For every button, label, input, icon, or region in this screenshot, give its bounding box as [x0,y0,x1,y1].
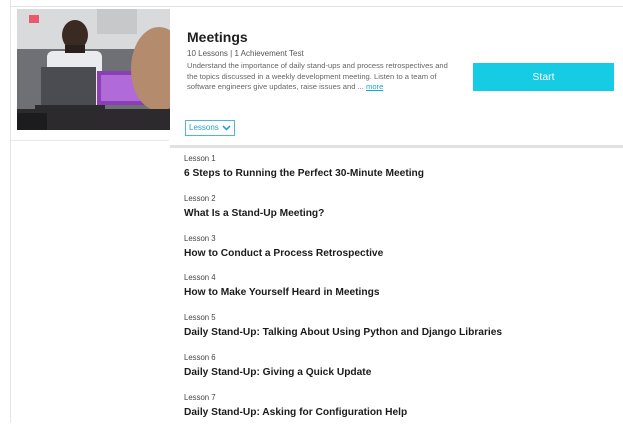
more-link[interactable]: more [366,82,383,91]
course-thumbnail-image [17,9,170,130]
section-divider [170,145,623,148]
course-thumbnail [17,9,170,130]
lessons-toggle[interactable]: Lessons [185,120,235,136]
course-title: Meetings [187,29,248,45]
list-item[interactable]: Lesson 3 How to Conduct a Process Retros… [184,234,614,274]
lesson-title[interactable]: What Is a Stand-Up Meeting? [184,207,614,221]
list-item[interactable]: Lesson 1 6 Steps to Running the Perfect … [184,154,614,194]
lesson-number: Lesson 1 [184,154,216,163]
chevron-down-icon [222,125,231,131]
lesson-title[interactable]: How to Make Yourself Heard in Meetings [184,286,614,300]
list-item[interactable]: Lesson 5 Daily Stand-Up: Talking About U… [184,313,614,353]
list-item[interactable]: Lesson 7 Daily Stand-Up: Asking for Conf… [184,393,614,433]
course-header: Meetings 10 Lessons | 1 Achievement Test… [11,7,623,145]
list-item[interactable]: Lesson 4 How to Make Yourself Heard in M… [184,273,614,313]
course-description-text: Understand the importance of daily stand… [187,61,448,92]
course-meta: 10 Lessons | 1 Achievement Test [187,49,304,58]
lesson-number: Lesson 6 [184,352,216,362]
lesson-title[interactable]: 6 Steps to Running the Perfect 30-Minute… [184,167,614,181]
lesson-number: Lesson 2 [184,193,216,203]
start-button[interactable]: Start [473,63,614,91]
lessons-toggle-label: Lessons [189,123,219,132]
lesson-list: Lesson 1 6 Steps to Running the Perfect … [184,154,614,433]
lesson-title[interactable]: Daily Stand-Up: Asking for Configuration… [184,406,614,420]
list-item[interactable]: Lesson 2 What Is a Stand-Up Meeting? [184,194,614,234]
lesson-number: Lesson 4 [184,273,216,283]
thumbnail-divider [11,140,169,141]
lesson-title[interactable]: Daily Stand-Up: Giving a Quick Update [184,366,614,380]
lesson-number: Lesson 7 [184,392,216,402]
lesson-title[interactable]: How to Conduct a Process Retrospective [184,247,614,261]
list-item[interactable]: Lesson 6 Daily Stand-Up: Giving a Quick … [184,353,614,393]
course-description: Understand the importance of daily stand… [187,61,457,93]
lesson-title[interactable]: Daily Stand-Up: Talking About Using Pyth… [184,326,614,340]
lesson-number: Lesson 5 [184,313,216,323]
lesson-number: Lesson 3 [184,233,216,243]
